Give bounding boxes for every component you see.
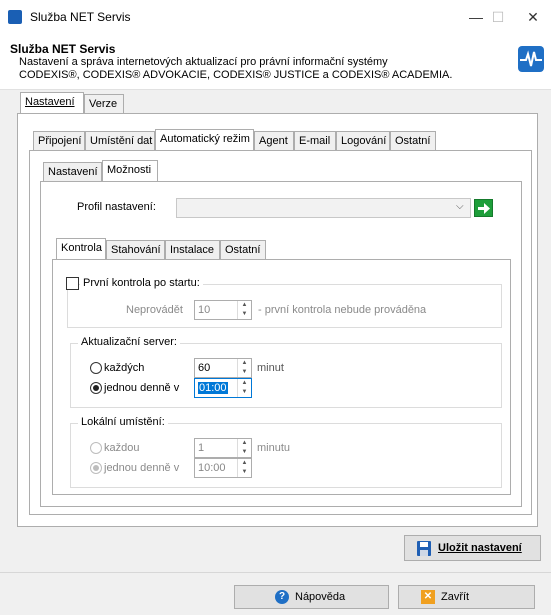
tab-label: Ostatní [225, 244, 261, 256]
header-banner: Služba NET Servis Nastavení a správa int… [0, 34, 551, 90]
tab-label: Možnosti [107, 164, 152, 176]
first-check-checkbox[interactable] [66, 277, 79, 290]
local-location-every-radio[interactable] [90, 442, 102, 454]
window-title: Služba NET Servis [30, 10, 131, 24]
app-icon [8, 10, 22, 24]
local-location-every-spinner[interactable]: 1 ▲ ▼ [194, 438, 252, 458]
local-location-group [70, 423, 502, 488]
tab-label: Agent [259, 135, 288, 147]
local-location-daily-label: jednou denně v [104, 462, 180, 474]
spinner-value: 10 [198, 304, 211, 316]
spinner-arrows-icon[interactable]: ▲ ▼ [237, 459, 251, 477]
first-check-label: První kontrola po startu: [80, 277, 203, 289]
header-description-line1: Nastavení a správa internetových aktuali… [19, 56, 388, 68]
tab-label: Umístění dat [90, 135, 153, 147]
update-server-group [70, 343, 502, 408]
tab-label: Instalace [170, 244, 215, 256]
subtab-nastaveni[interactable]: Nastavení [43, 162, 102, 182]
close-window-button[interactable]: ✕ [515, 6, 551, 28]
spinner-value: 01:00 [198, 382, 228, 394]
update-server-every-unit: minut [257, 362, 284, 374]
update-server-daily-label: jednou denně v [104, 382, 180, 394]
local-location-every-label: každou [104, 442, 140, 454]
profile-select[interactable]: ⌵ [176, 198, 471, 218]
first-check-note: - první kontrola nebude prováděna [258, 304, 427, 316]
tab-label: Stahování [111, 244, 161, 256]
tab-email[interactable]: E-mail [294, 131, 336, 151]
spinner-arrows-icon[interactable]: ▲ ▼ [237, 359, 251, 377]
tab-ostatni[interactable]: Ostatní [390, 131, 436, 151]
spinner-arrows-icon[interactable]: ▲ ▼ [237, 301, 251, 319]
local-location-daily-radio[interactable] [90, 462, 102, 474]
header-title: Služba NET Servis [10, 42, 116, 56]
tab-label: Připojení [38, 135, 82, 147]
spinner-arrows-icon[interactable]: ▲ ▼ [237, 439, 251, 457]
close-button-label: Zavřít [441, 591, 470, 603]
tab-label: Nastavení [25, 96, 75, 108]
spinner-arrows-icon[interactable]: ▲ ▼ [237, 379, 251, 397]
arrow-right-icon [478, 203, 490, 214]
tab-agent[interactable]: Agent [254, 131, 294, 151]
tab-label: Verze [89, 98, 118, 110]
update-server-every-label: každých [104, 362, 145, 374]
innertab-instalace[interactable]: Instalace [165, 240, 220, 260]
first-check-field-label: Neprovádět [126, 304, 183, 316]
chevron-down-icon: ⌵ [456, 201, 464, 212]
floppy-disk-icon [417, 541, 431, 556]
update-server-daily-radio[interactable] [90, 382, 102, 394]
local-location-every-unit: minutu [257, 442, 291, 454]
tab-label: Kontrola [61, 242, 102, 254]
tab-verze[interactable]: Verze [84, 94, 124, 114]
tab-label: Automatický režim [160, 133, 250, 145]
subtab-moznosti[interactable]: Možnosti [102, 160, 158, 182]
tab-label: Nastavení [48, 166, 98, 178]
update-server-every-radio[interactable] [90, 362, 102, 374]
header-description-line2: CODEXIS®, CODEXIS® ADVOKACIE, CODEXIS® J… [19, 69, 453, 81]
innertab-stahovani[interactable]: Stahování [106, 240, 165, 260]
update-server-legend: Aktualizační server: [78, 336, 180, 348]
tab-automaticky-rezim[interactable]: Automatický režim [155, 129, 254, 151]
apply-profile-button[interactable] [474, 199, 493, 217]
update-server-every-spinner[interactable]: 60 ▲ ▼ [194, 358, 252, 378]
close-icon: ✕ [421, 590, 435, 604]
local-location-daily-spinner[interactable]: 10:00 ▲ ▼ [194, 458, 252, 478]
innertab-ostatni[interactable]: Ostatní [220, 240, 266, 260]
tab-pripojeni[interactable]: Připojení [33, 131, 85, 151]
help-button-label: Nápověda [295, 591, 346, 603]
local-location-legend: Lokální umístění: [78, 416, 168, 428]
spinner-value: 1 [198, 442, 205, 454]
tab-label: Ostatní [395, 135, 431, 147]
title-bar: Služba NET Servis — ☐ ✕ [0, 0, 551, 34]
help-icon: ? [275, 590, 289, 604]
tab-umisteni-dat[interactable]: Umístění dat [85, 131, 155, 151]
tab-label: Logování [341, 135, 387, 147]
update-server-daily-spinner[interactable]: 01:00 ▲ ▼ [194, 378, 252, 398]
save-settings-button[interactable]: Uložit nastavení [404, 535, 541, 561]
innertab-kontrola[interactable]: Kontrola [56, 238, 106, 260]
tab-nastaveni[interactable]: Nastavení [20, 92, 84, 114]
profile-label: Profil nastavení: [77, 201, 156, 213]
tab-label: E-mail [299, 135, 331, 147]
spinner-value: 10:00 [198, 462, 226, 474]
first-check-spinner[interactable]: 10 ▲ ▼ [194, 300, 252, 320]
heartbeat-logo-icon [518, 46, 544, 72]
maximize-button[interactable]: ☐ [480, 6, 516, 28]
help-button[interactable]: ? Nápověda [234, 585, 389, 609]
tab-logovani[interactable]: Logování [336, 131, 390, 151]
spinner-value: 60 [198, 362, 211, 374]
close-button[interactable]: ✕ Zavřít [398, 585, 535, 609]
save-button-label: Uložit nastavení [438, 542, 522, 554]
